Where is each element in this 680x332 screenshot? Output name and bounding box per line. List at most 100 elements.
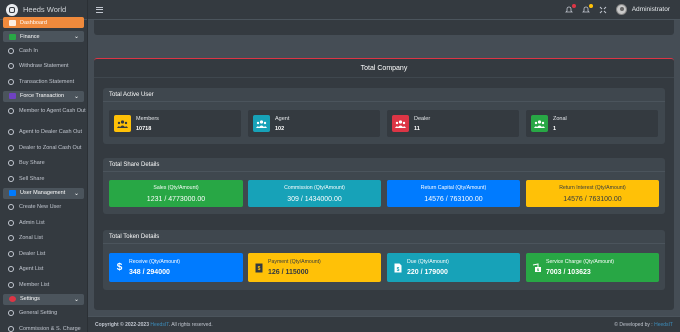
commission-label: Commission (Qty/Amount)	[284, 184, 345, 191]
notification-icon[interactable]	[581, 3, 593, 14]
sidebar-item-agent-to-dealer[interactable]: Agent to Dealer Cash Out	[0, 125, 87, 141]
members-value: 10718	[136, 125, 152, 132]
sidebar-item-label: Member List	[19, 281, 50, 288]
settings-icon	[9, 296, 16, 302]
bell-icon[interactable]	[564, 3, 576, 14]
circle-icon	[8, 266, 14, 273]
return-interest-box: Return Interest (Qty/Amount) 14576 / 763…	[526, 180, 659, 207]
sidebar-item-create-new-user[interactable]: Create New User	[0, 200, 87, 216]
due-label: Due (Qty/Amount)	[407, 259, 449, 265]
brand-logo-icon	[6, 3, 18, 16]
sidebar-item-label: Dealer to Zonal Cash Out	[19, 144, 82, 151]
sidebar-item-agent-list[interactable]: Agent List	[0, 262, 87, 278]
payment-label: Payment (Qty/Amount)	[268, 259, 321, 265]
sidebar-item-dealer-to-zonal[interactable]: Dealer to Zonal Cash Out	[0, 140, 87, 156]
invoice-dollar-icon: $	[392, 261, 403, 275]
receive-value: 348 / 294000	[129, 269, 170, 276]
warning-badge	[588, 3, 593, 8]
active-user-panel: Total Active User Members 10718 Agent 10…	[103, 88, 665, 144]
return-interest-label: Return Interest (Qty/Amount)	[559, 184, 626, 191]
circle-icon	[8, 325, 14, 332]
sidebar-item-zonal-list[interactable]: Zonal List	[0, 231, 87, 247]
sales-label: Sales (Qty/Amount)	[153, 184, 199, 191]
circle-icon	[8, 144, 14, 151]
return-capital-box: Return Capital (Qty/Amount) 14576 / 7631…	[387, 180, 520, 207]
circle-icon	[8, 129, 14, 136]
finance-icon	[9, 33, 16, 40]
zonal-label: Zonal	[553, 115, 567, 122]
sidebar-item-general-setting[interactable]: General Setting	[0, 306, 87, 322]
chevron-down-icon: ⌄	[73, 296, 79, 303]
fullscreen-icon[interactable]	[599, 6, 607, 14]
sidebar-section-label: Force Transaction	[20, 93, 65, 99]
sidebar-item-member-to-agent[interactable]: Member to Agent Cash Out	[0, 103, 87, 125]
svg-text:$: $	[396, 267, 399, 273]
dealer-label: Dealer	[414, 115, 431, 122]
service-charge-value: 7003 / 103623	[546, 269, 591, 276]
agent-info-box: Agent 102	[248, 110, 380, 137]
dashboard-icon	[9, 19, 16, 26]
circle-icon	[8, 204, 14, 211]
avatar[interactable]	[615, 4, 627, 15]
rights-text: . All rights reserved.	[168, 321, 213, 328]
sidebar-item-label: Agent List	[19, 266, 44, 273]
return-interest-value: 14576 / 763100.00	[563, 195, 622, 203]
circle-icon	[8, 219, 14, 226]
user-management-icon	[9, 190, 16, 196]
sidebar-item-sell-share[interactable]: Sell Share	[0, 171, 87, 187]
sales-value: 1231 / 4773000.00	[146, 195, 206, 203]
copyright: Copyright © 2022-2023 HeedsIT. All right…	[95, 322, 213, 328]
users-icon	[392, 115, 409, 132]
company-link[interactable]: HeedsIT	[150, 322, 168, 328]
developed-by: © Developed by : HeedsIT	[614, 322, 673, 328]
token-details-panel: Total Token Details $ Receive (Qty/Amoun…	[103, 230, 665, 290]
circle-icon	[8, 160, 14, 167]
sidebar-item-label: Admin List	[19, 219, 45, 226]
sidebar-item-commission-charge[interactable]: Commission & S. Charge	[0, 321, 87, 332]
members-label: Members	[136, 115, 159, 122]
due-value: 220 / 179000	[407, 269, 448, 276]
brand-name: Heeds World	[23, 5, 67, 14]
main-content: Total Company Total Active User Members …	[88, 20, 680, 316]
user-name[interactable]: Administrator	[632, 6, 670, 13]
members-info-box: Members 10718	[109, 110, 241, 137]
users-icon	[114, 115, 131, 132]
sidebar-item-withdraw-statement[interactable]: Withdraw Statement	[0, 59, 87, 75]
due-box: $ Due (Qty/Amount) 220 / 179000	[387, 253, 520, 282]
sidebar-section-force-transaction[interactable]: Force Transaction ⌄	[3, 90, 84, 102]
sidebar-item-label: Zonal List	[19, 235, 43, 242]
money-check-icon: $	[531, 261, 542, 275]
sidebar-section-finance[interactable]: Finance ⌄	[3, 31, 84, 42]
sidebar-section-user-management[interactable]: User Management ⌄	[3, 187, 84, 199]
dealer-value: 11	[414, 125, 420, 132]
sidebar-item-admin-list[interactable]: Admin List	[0, 215, 87, 231]
sidebar-section-label: Finance	[20, 33, 40, 40]
circle-icon	[8, 107, 14, 114]
payment-box: $ Payment (Qty/Amount) 126 / 115000	[248, 253, 381, 282]
chevron-down-icon: ⌄	[73, 93, 79, 100]
sidebar-section-label: User Management	[20, 190, 66, 196]
developer-link[interactable]: HeedsIT	[654, 322, 673, 328]
sidebar-item-buy-share[interactable]: Buy Share	[0, 156, 87, 172]
sidebar-item-member-list[interactable]: Member List	[0, 277, 87, 293]
sidebar-item-dashboard[interactable]: Dashboard	[3, 17, 84, 28]
sidebar-section-settings[interactable]: Settings ⌄	[3, 293, 84, 305]
zonal-info-box: Zonal 1	[526, 110, 658, 137]
top-card	[94, 20, 674, 35]
footer: Copyright © 2022-2023 HeedsIT. All right…	[88, 316, 680, 332]
sidebar-item-transaction-statement[interactable]: Transaction Statement	[0, 74, 87, 90]
circle-icon	[8, 310, 14, 317]
sidebar-item-label: Member to Agent Cash Out	[19, 107, 86, 114]
menu-toggle-icon[interactable]	[96, 6, 103, 13]
sidebar-item-label: Transaction Statement	[19, 78, 75, 85]
sidebar-item-dealer-list[interactable]: Dealer List	[0, 246, 87, 262]
company-card-title: Total Company	[94, 59, 674, 78]
sidebar-item-label: Withdraw Statement	[19, 63, 69, 70]
sidebar-item-label: Create New User	[19, 204, 62, 211]
token-details-title: Total Token Details	[103, 230, 665, 244]
circle-icon	[8, 78, 14, 85]
circle-icon	[8, 281, 14, 288]
sidebar-item-cash-in[interactable]: Cash In	[0, 43, 87, 59]
sidebar-item-label: Buy Share	[19, 160, 45, 167]
circle-icon	[8, 250, 14, 257]
